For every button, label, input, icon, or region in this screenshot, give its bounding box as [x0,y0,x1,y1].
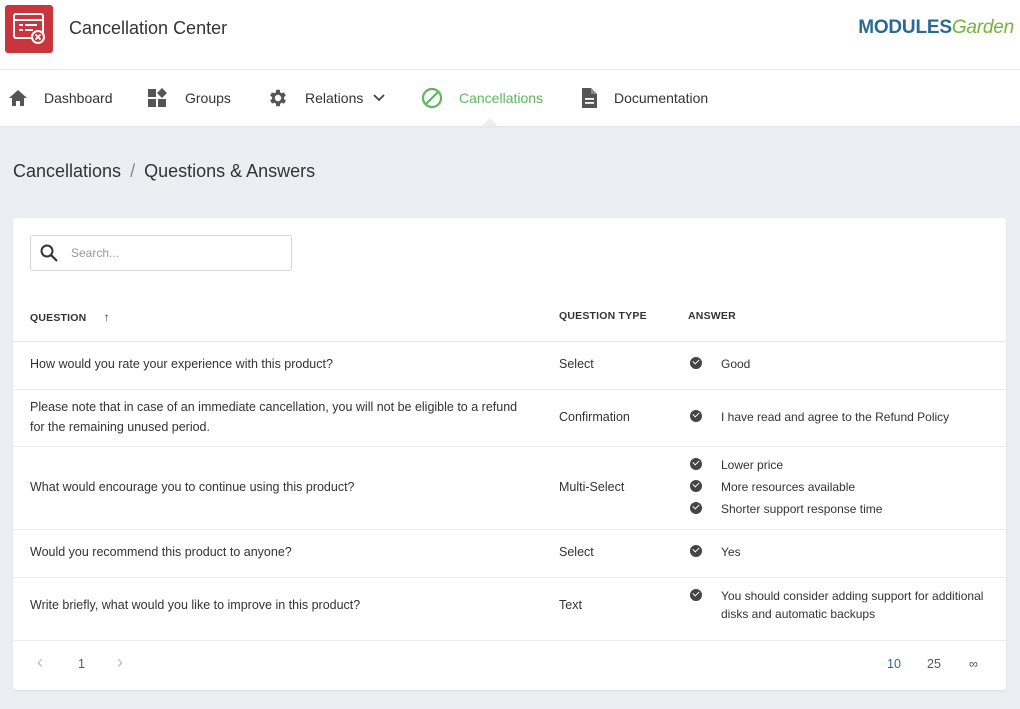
check-circle-icon [690,502,702,514]
search-icon [40,244,58,262]
answer-item: You should consider adding support for a… [690,587,983,623]
check-circle-icon [690,480,702,492]
logo-text-garden: Garden [951,17,1014,38]
prev-page-button[interactable]: ‹ [37,652,43,673]
answer-text: Shorter support response time [721,502,883,516]
home-icon [9,90,27,106]
answer-text: More resources available [721,480,856,494]
page-size-10[interactable]: 10 [887,657,901,671]
brand-logo[interactable]: MODULESGarden [858,17,1014,39]
answer-text: Lower price [721,458,784,472]
logo-text-modules: MODULES [858,17,952,38]
header-divider [13,341,1006,342]
question-cell: Please note that in case of an immediate… [30,397,517,437]
nav-item-relations[interactable]: Relations [267,70,386,126]
row-divider [13,446,1006,447]
nav-label-dashboard: Dashboard [44,90,113,106]
answer-item: Yes [690,543,741,561]
answer-text: Good [721,357,751,371]
column-header-question-label: QUESTION [30,312,87,324]
check-circle-icon [690,410,702,422]
answer-text: I have read and agree to the Refund Poli… [721,410,950,424]
search-input[interactable] [71,244,281,262]
breadcrumb: Cancellations / Questions & Answers [13,161,315,182]
answer-item: Shorter support response time [690,500,882,518]
column-header-answer[interactable]: ANSWER [688,310,736,322]
check-circle-icon [690,357,702,369]
breadcrumb-separator: / [130,161,136,181]
page-size-25[interactable]: 25 [927,657,941,671]
question-type-cell: Multi-Select [559,480,625,494]
page-size-all[interactable]: ∞ [969,657,978,671]
nav-item-dashboard[interactable]: Dashboard [8,70,113,126]
chevron-down-icon[interactable] [373,94,386,102]
nav-label-groups: Groups [185,90,231,106]
questions-table-card: QUESTION ↑ QUESTION TYPE ANSWER How woul… [13,218,1006,690]
nav-item-documentation[interactable]: Documentation [580,70,708,126]
app-logo-icon [5,5,53,53]
question-type-cell: Select [559,357,594,371]
widgets-icon [148,88,167,107]
breadcrumb-current: Questions & Answers [144,161,316,181]
question-type-cell: Text [559,598,582,612]
nav-label-cancellations: Cancellations [459,90,544,106]
answer-text: You should consider adding support for a… [721,587,983,623]
document-icon [582,88,597,108]
check-circle-icon [690,545,702,557]
breadcrumb-parent[interactable]: Cancellations [13,161,121,181]
gear-icon [270,89,286,107]
question-line: for the remaining unused period. [30,420,210,434]
block-icon [421,87,443,109]
active-nav-indicator [482,118,498,126]
pagination-divider [13,640,1006,641]
app-header: Cancellation Center MODULESGarden [0,0,1020,70]
row-divider [13,529,1006,530]
answer-item: I have read and agree to the Refund Poli… [690,408,949,426]
question-type-cell: Select [559,545,594,559]
column-header-question-type[interactable]: QUESTION TYPE [559,310,647,322]
answer-item: More resources available [690,478,855,496]
question-cell: What would encourage you to continue usi… [30,480,355,494]
question-cell: Write briefly, what would you like to im… [30,598,361,612]
answer-item: Lower price [690,456,783,474]
next-page-button[interactable]: › [117,652,123,673]
question-line: Please note that in case of an immediate… [30,400,518,414]
row-divider [13,577,1006,578]
nav-label-documentation: Documentation [614,90,709,106]
check-circle-icon [690,458,702,470]
check-circle-icon [690,589,702,601]
row-divider [13,389,1006,390]
question-type-cell: Confirmation [559,410,630,424]
answer-text: Yes [721,545,741,559]
sort-ascending-icon[interactable]: ↑ [104,310,110,324]
app-title: Cancellation Center [69,18,228,38]
question-cell: How would you rate your experience with … [30,357,333,371]
nav-item-groups[interactable]: Groups [147,70,231,126]
search-box [30,235,292,271]
column-header-question[interactable]: QUESTION ↑ [30,310,110,324]
question-cell: Would you recommend this product to anyo… [30,545,292,559]
answer-line: disks and automatic backups [721,607,876,621]
answer-item: Good [690,355,750,373]
main-nav: Dashboard Groups Relations Cancellations… [0,70,1020,126]
answer-line: You should consider adding support for a… [721,589,984,603]
nav-label-relations: Relations [305,90,364,106]
page-number-button[interactable]: 1 [78,657,85,671]
